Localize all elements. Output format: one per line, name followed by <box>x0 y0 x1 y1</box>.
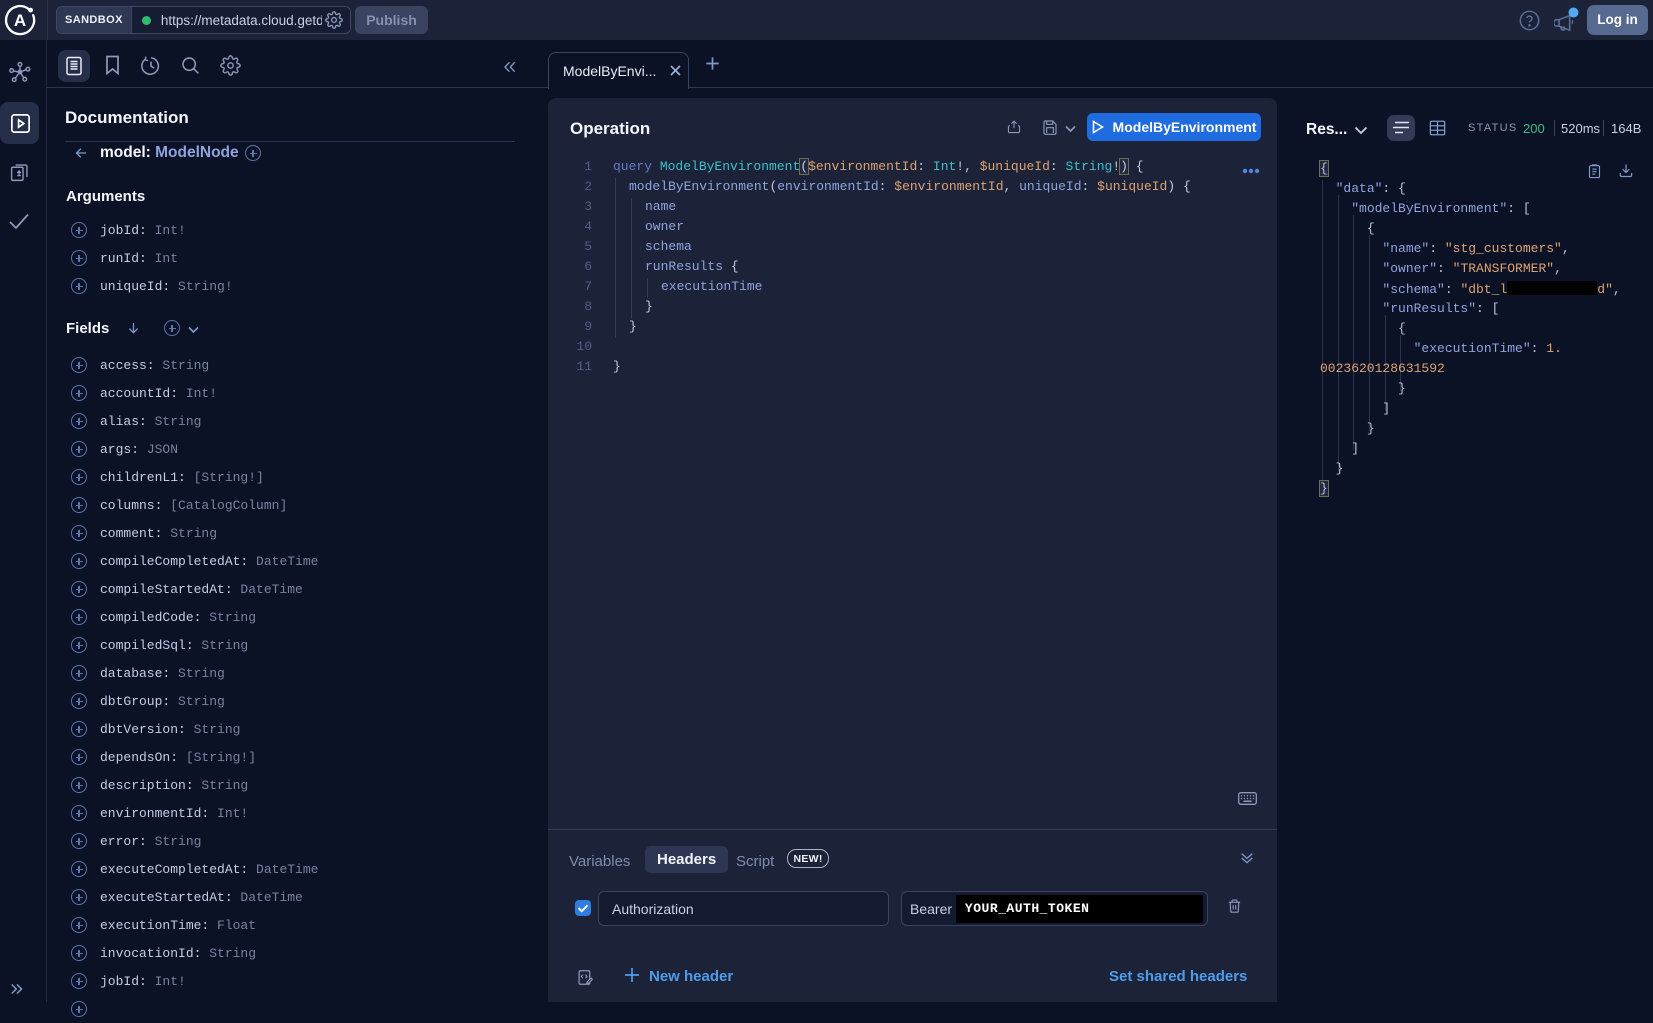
svg-text:A: A <box>14 11 26 30</box>
